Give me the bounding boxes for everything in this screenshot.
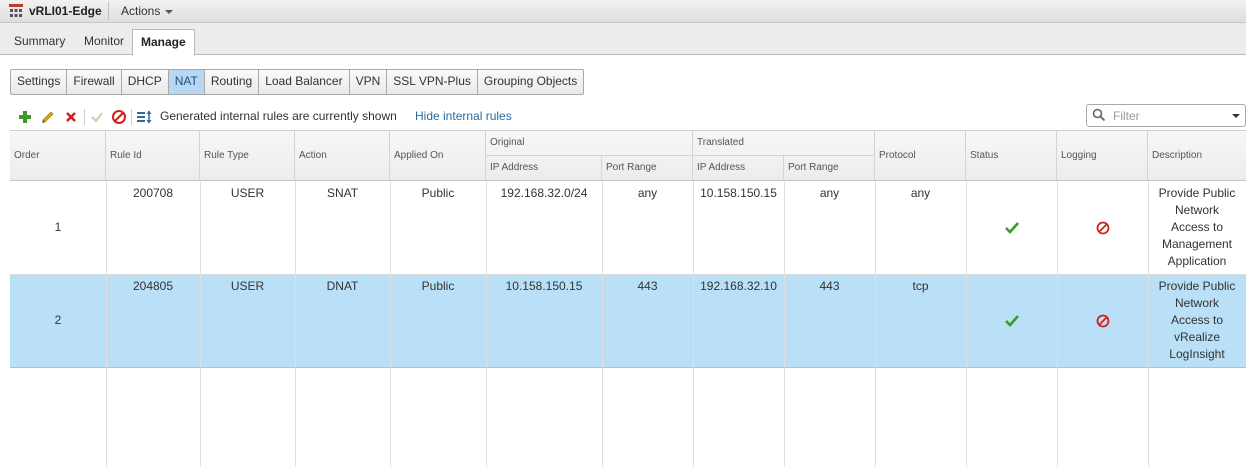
col-header-status[interactable]: Status bbox=[966, 131, 1057, 180]
hide-internal-rules-link[interactable]: Hide internal rules bbox=[415, 109, 512, 123]
tab-summary[interactable]: Summary bbox=[14, 34, 65, 48]
delete-icon[interactable] bbox=[63, 109, 79, 125]
edit-pencil-icon[interactable] bbox=[40, 109, 56, 125]
disabled-icon bbox=[1096, 221, 1110, 235]
cell-rule-id: 200708 bbox=[132, 186, 174, 200]
col-header-rule-id[interactable]: Rule Id bbox=[106, 131, 200, 180]
subtab-vpn[interactable]: VPN bbox=[350, 70, 388, 94]
column-divider bbox=[486, 181, 487, 467]
col-header-translated-port[interactable]: Port Range bbox=[784, 156, 875, 180]
internal-rules-status: Generated internal rules are currently s… bbox=[160, 109, 397, 123]
subtab-ssl-vpn-plus[interactable]: SSL VPN-Plus bbox=[387, 70, 478, 94]
col-header-original-port[interactable]: Port Range bbox=[602, 156, 693, 180]
column-divider bbox=[966, 181, 967, 467]
actions-menu[interactable]: Actions bbox=[121, 4, 174, 18]
cell-rule-type: USER bbox=[230, 279, 265, 293]
cell-action: SNAT bbox=[326, 186, 359, 200]
filter-box bbox=[1086, 104, 1246, 127]
cell-order: 2 bbox=[54, 313, 62, 327]
col-group-original: Original bbox=[486, 131, 693, 156]
column-divider bbox=[1148, 181, 1149, 467]
cell-rule-type: USER bbox=[230, 186, 265, 200]
cell-rule-id: 204805 bbox=[132, 279, 174, 293]
table-row[interactable]: 1 200708 USER SNAT Public 192.168.32.0/2… bbox=[10, 181, 1246, 275]
enable-check-icon[interactable] bbox=[89, 109, 105, 125]
cell-description: Provide Public Network Access to Managem… bbox=[1158, 186, 1236, 268]
filter-dropdown-icon[interactable] bbox=[1232, 114, 1240, 118]
cell-original-ip: 10.158.150.15 bbox=[505, 279, 583, 293]
tab-manage[interactable]: Manage bbox=[132, 29, 195, 56]
subtab-routing[interactable]: Routing bbox=[205, 70, 260, 94]
sub-tab-bar: Settings Firewall DHCP NAT Routing Load … bbox=[10, 69, 585, 95]
cell-order: 1 bbox=[54, 220, 62, 234]
col-header-description[interactable]: Description bbox=[1148, 131, 1246, 180]
column-divider bbox=[602, 181, 603, 467]
column-divider bbox=[200, 181, 201, 467]
cell-original-port: 443 bbox=[637, 279, 658, 293]
cell-original-ip: 192.168.32.0/24 bbox=[500, 186, 588, 200]
cell-translated-ip: 192.168.32.10 bbox=[700, 279, 777, 293]
subtab-nat[interactable]: NAT bbox=[168, 70, 205, 94]
check-icon bbox=[1005, 222, 1019, 234]
nat-rules-table: Order Rule Id Rule Type Action Applied O… bbox=[10, 130, 1246, 467]
cell-protocol: tcp bbox=[912, 279, 929, 293]
col-header-original-ip[interactable]: IP Address bbox=[486, 156, 602, 180]
filter-input[interactable] bbox=[1111, 107, 1225, 125]
column-divider bbox=[875, 181, 876, 467]
table-row-selected[interactable]: 2 204805 USER DNAT Public 10.158.150.15 … bbox=[10, 275, 1246, 368]
title-bar: vRLI01-Edge Actions bbox=[0, 0, 1246, 23]
edge-gateway-icon bbox=[9, 4, 23, 17]
cell-translated-port: 443 bbox=[819, 279, 840, 293]
subtab-settings[interactable]: Settings bbox=[11, 70, 68, 94]
cell-applied-on: Public bbox=[421, 186, 455, 200]
column-divider bbox=[390, 181, 391, 467]
subtab-firewall[interactable]: Firewall bbox=[67, 70, 122, 94]
cell-applied-on: Public bbox=[421, 279, 455, 293]
cell-original-port: any bbox=[637, 186, 658, 200]
chevron-down-icon bbox=[165, 9, 174, 14]
cell-description: Provide Public Network Access to vRealiz… bbox=[1158, 279, 1236, 361]
col-header-action[interactable]: Action bbox=[295, 131, 390, 180]
cell-action: DNAT bbox=[326, 279, 359, 293]
col-header-translated-ip[interactable]: IP Address bbox=[693, 156, 784, 180]
column-divider bbox=[295, 181, 296, 467]
subtab-dhcp[interactable]: DHCP bbox=[122, 70, 169, 94]
disable-icon[interactable] bbox=[111, 109, 127, 125]
check-icon bbox=[1005, 315, 1019, 327]
disabled-icon bbox=[1096, 314, 1110, 328]
column-divider bbox=[784, 181, 785, 467]
col-header-rule-type[interactable]: Rule Type bbox=[200, 131, 295, 180]
search-icon bbox=[1092, 108, 1106, 122]
col-group-translated: Translated bbox=[693, 131, 875, 156]
column-divider bbox=[106, 181, 107, 467]
cell-translated-port: any bbox=[819, 186, 840, 200]
subtab-load-balancer[interactable]: Load Balancer bbox=[259, 70, 350, 94]
divider bbox=[108, 2, 109, 20]
actions-label: Actions bbox=[121, 4, 161, 18]
toolbar-divider bbox=[131, 109, 132, 125]
column-divider bbox=[693, 181, 694, 467]
subtab-grouping-objects[interactable]: Grouping Objects bbox=[478, 70, 583, 94]
cell-protocol: any bbox=[910, 186, 931, 200]
sort-order-icon[interactable] bbox=[136, 109, 152, 125]
page-title: vRLI01-Edge bbox=[29, 4, 102, 18]
col-header-order[interactable]: Order bbox=[10, 131, 106, 180]
col-header-logging[interactable]: Logging bbox=[1057, 131, 1148, 180]
toolbar-divider bbox=[84, 109, 85, 125]
col-header-applied-on[interactable]: Applied On bbox=[390, 131, 486, 180]
cell-translated-ip: 10.158.150.15 bbox=[700, 186, 777, 200]
col-header-protocol[interactable]: Protocol bbox=[875, 131, 966, 180]
add-icon[interactable] bbox=[17, 109, 33, 125]
column-divider bbox=[1057, 181, 1058, 467]
tab-monitor[interactable]: Monitor bbox=[84, 34, 124, 48]
